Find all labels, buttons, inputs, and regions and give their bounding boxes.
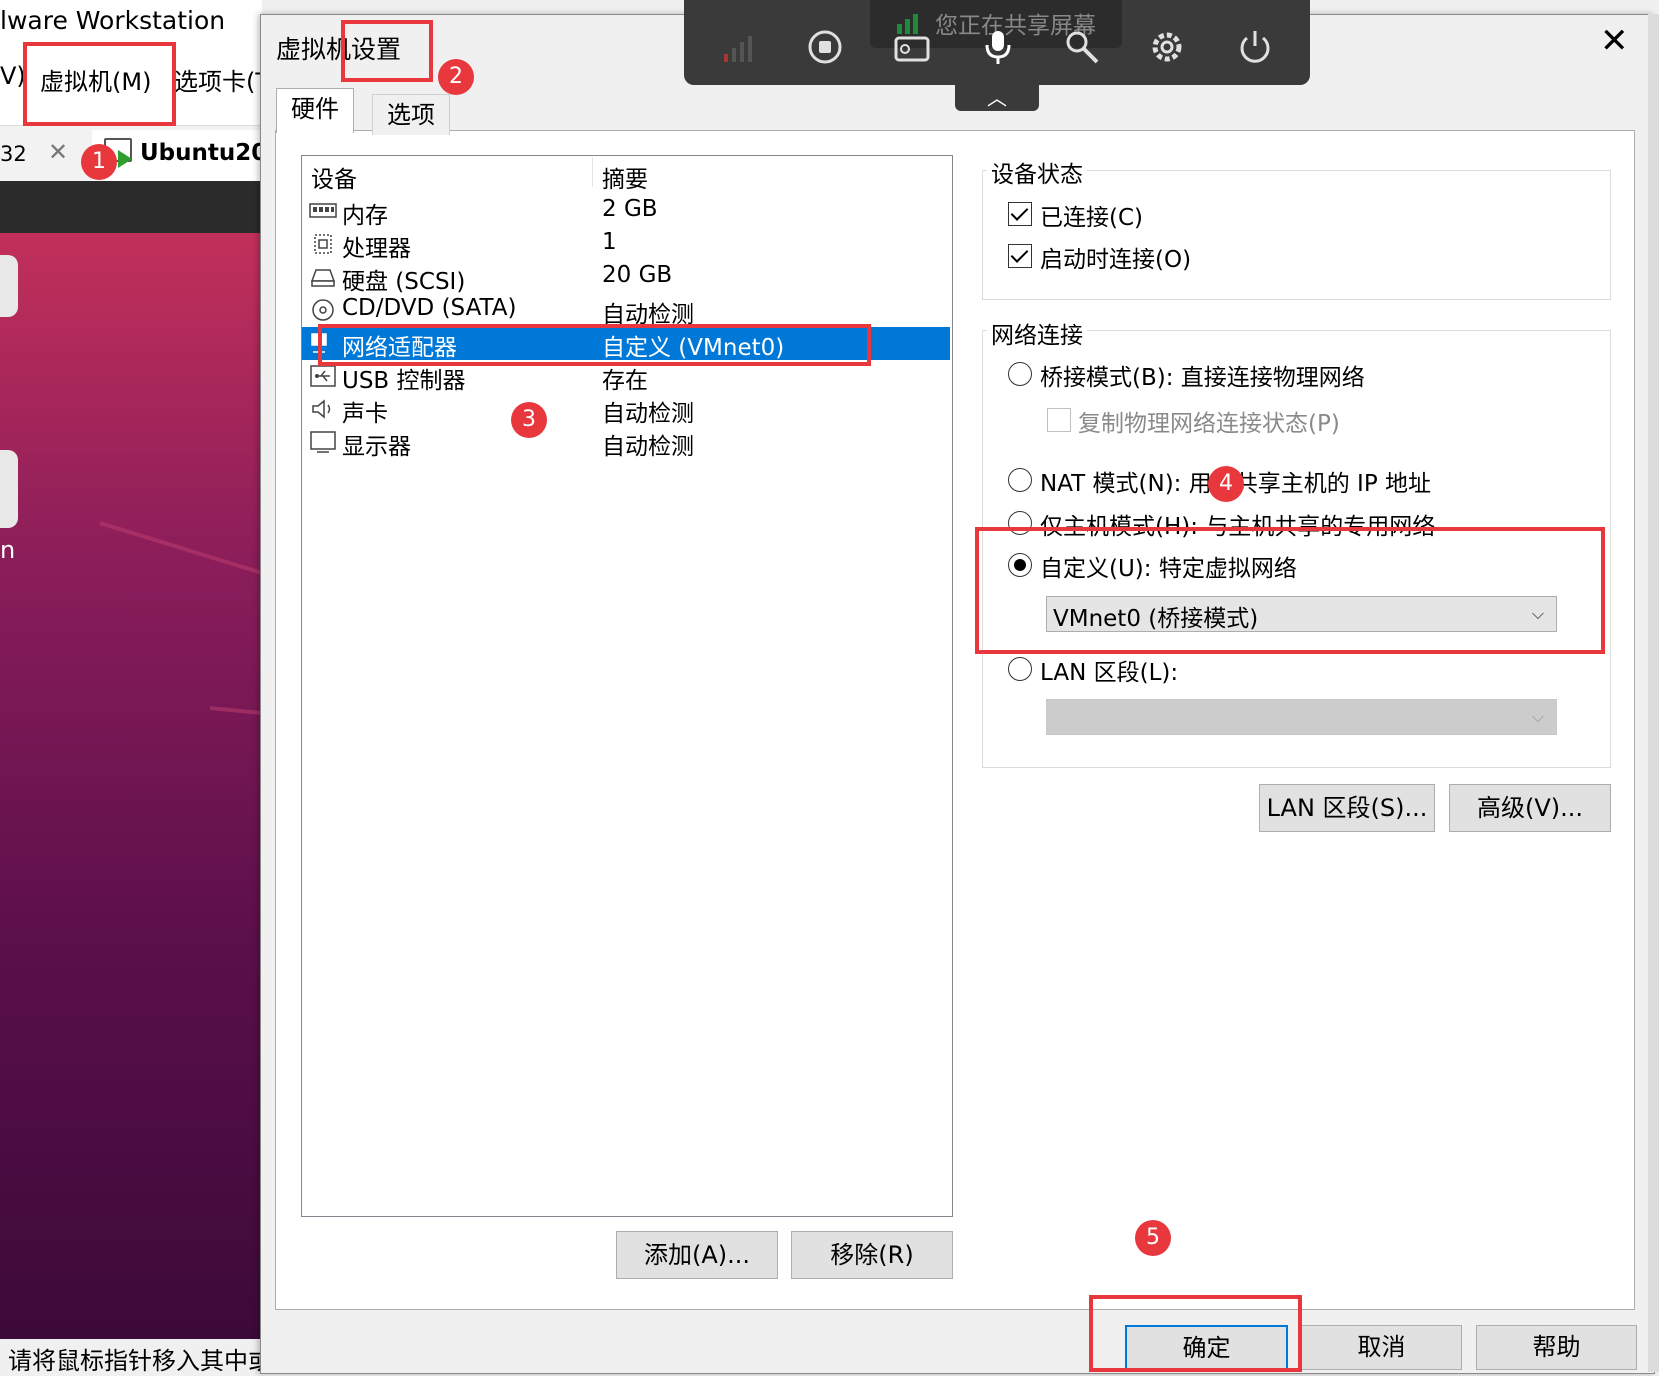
device-row-processor[interactable]: 处理器 1 xyxy=(302,228,950,262)
device-name: USB 控制器 xyxy=(342,368,466,394)
close-icon[interactable]: ✕ xyxy=(1600,24,1629,58)
device-summary: 2 GB xyxy=(602,196,658,222)
microphone-icon[interactable] xyxy=(979,28,1017,66)
device-status-title: 设备状态 xyxy=(987,155,1087,189)
window-edge xyxy=(1648,14,1659,1372)
camera-icon[interactable] xyxy=(893,28,931,66)
annotation-box-settings-title xyxy=(341,20,433,82)
device-row-sound[interactable]: 声卡 自动检测 xyxy=(302,393,950,427)
guest-top-bar xyxy=(0,181,262,233)
connected-checkbox[interactable] xyxy=(1008,202,1032,226)
remove-button[interactable]: 移除(R) xyxy=(791,1231,953,1279)
device-status-group xyxy=(982,170,1611,300)
device-name: 硬盘 (SCSI) xyxy=(342,269,466,295)
device-name: CD/DVD (SATA) xyxy=(342,295,517,321)
background-status-text: 请将鼠标指针移入其中或 xyxy=(8,1347,272,1375)
processor-icon xyxy=(314,234,332,254)
device-summary: 1 xyxy=(602,229,617,255)
dock-app-icon[interactable] xyxy=(0,255,18,317)
device-name: 处理器 xyxy=(342,236,411,262)
device-summary: 存在 xyxy=(602,368,648,394)
connect-at-power-on-label[interactable]: 启动时连接(O) xyxy=(1040,240,1191,274)
device-row-display[interactable]: 显示器 自动检测 xyxy=(302,426,950,460)
lan-segment-dropdown[interactable]: ⌵ xyxy=(1046,699,1557,735)
annotation-box-ok-button xyxy=(1089,1295,1302,1372)
sound-icon xyxy=(312,399,331,419)
add-button[interactable]: 添加(A)... xyxy=(616,1231,778,1279)
collapse-toolbar-button[interactable]: ︿ xyxy=(955,85,1039,111)
usb-icon xyxy=(310,365,336,387)
lan-segment-label[interactable]: LAN 区段(L): xyxy=(1040,653,1178,687)
summary-column-header[interactable]: 摘要 xyxy=(602,160,648,194)
annotation-badge-3: 3 xyxy=(511,402,547,438)
annotation-badge-1: 1 xyxy=(81,144,117,180)
annotation-badge-2: 2 xyxy=(438,59,474,95)
background-tab-label[interactable]: 32 xyxy=(0,142,27,166)
replicate-state-label[interactable]: 复制物理网络连接状态(P) xyxy=(1078,404,1340,438)
tools-icon[interactable] xyxy=(1063,28,1101,66)
bridged-label[interactable]: 桥接模式(B): 直接连接物理网络 xyxy=(1040,358,1365,392)
dock-app-icon[interactable] xyxy=(0,450,18,528)
device-name: 声卡 xyxy=(342,401,388,427)
replicate-state-checkbox[interactable] xyxy=(1047,408,1071,432)
network-connection-title: 网络连接 xyxy=(987,316,1087,350)
annotation-box-vm-menu xyxy=(23,42,176,126)
device-column-header[interactable]: 设备 xyxy=(311,160,357,194)
cancel-button[interactable]: 取消 xyxy=(1301,1325,1462,1370)
desktop-wallpaper-lines xyxy=(99,521,262,715)
connected-label[interactable]: 已连接(C) xyxy=(1040,198,1143,232)
column-divider xyxy=(592,157,593,187)
device-name: 内存 xyxy=(342,203,388,229)
dock-label: n xyxy=(0,536,16,564)
device-row-cd-dvd[interactable]: CD/DVD (SATA) 自动检测 xyxy=(302,294,950,328)
lan-segments-button[interactable]: LAN 区段(S)... xyxy=(1259,784,1435,832)
tab-options[interactable]: 选项 xyxy=(372,94,450,135)
device-summary: 20 GB xyxy=(602,262,673,288)
bridged-radio[interactable] xyxy=(1008,362,1032,386)
nat-radio[interactable] xyxy=(1008,468,1032,492)
menu-tabs[interactable]: 选项卡(T xyxy=(174,62,270,97)
device-summary: 自动检测 xyxy=(602,434,694,460)
device-name: 显示器 xyxy=(342,434,411,460)
power-icon[interactable] xyxy=(1236,28,1274,66)
menu-view[interactable]: V) xyxy=(0,62,26,90)
signal-icon xyxy=(720,28,758,66)
device-row-harddisk[interactable]: 硬盘 (SCSI) 20 GB xyxy=(302,261,950,295)
advanced-button[interactable]: 高级(V)... xyxy=(1449,784,1611,832)
annotation-badge-4: 4 xyxy=(1208,466,1244,502)
guest-desktop xyxy=(0,233,262,1339)
chevron-down-icon: ⌵ xyxy=(1531,707,1544,726)
lan-segment-radio[interactable] xyxy=(1008,657,1032,681)
tab-hardware[interactable]: 硬件 xyxy=(276,88,354,133)
stop-icon[interactable] xyxy=(806,28,844,66)
device-row-memory[interactable]: 内存 2 GB xyxy=(302,195,950,229)
annotation-box-custom-network xyxy=(975,527,1605,654)
annotation-badge-5: 5 xyxy=(1135,1220,1171,1256)
help-button[interactable]: 帮助 xyxy=(1476,1325,1637,1370)
device-summary: 自动检测 xyxy=(602,401,694,427)
memory-icon xyxy=(309,203,337,218)
vm-running-icon xyxy=(118,150,132,168)
background-app-title: lware Workstation xyxy=(0,6,226,35)
connect-at-power-on-checkbox[interactable] xyxy=(1008,244,1032,268)
cd-dvd-icon xyxy=(312,299,334,321)
settings-icon[interactable] xyxy=(1148,28,1186,66)
display-icon xyxy=(310,431,336,453)
tab-close-icon[interactable]: ✕ xyxy=(48,138,68,166)
harddisk-icon xyxy=(310,269,336,287)
annotation-box-network-row xyxy=(318,324,871,366)
